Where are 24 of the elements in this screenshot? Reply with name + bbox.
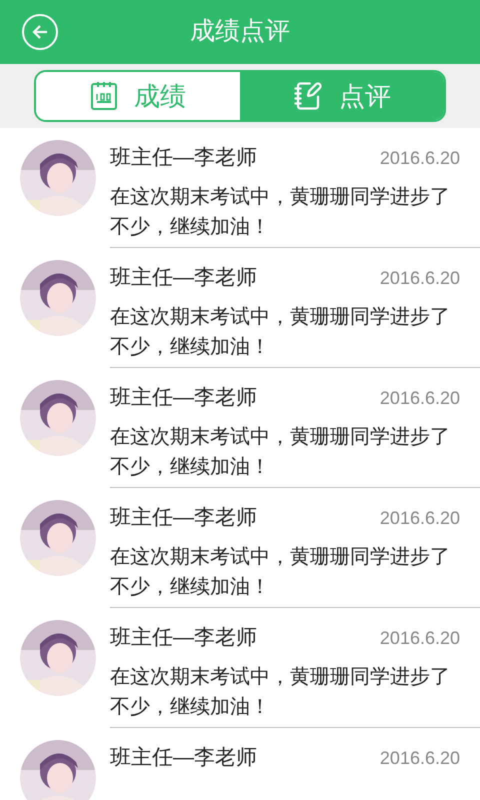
date: 2016.6.20 <box>380 387 460 410</box>
author-name: 班主任—李老师 <box>110 385 257 411</box>
date: 2016.6.20 <box>380 747 460 770</box>
window-title: 成绩点评 <box>190 16 290 48</box>
edit-note-icon <box>293 81 323 111</box>
comment-text: 在这次期末考试中，黄珊珊同学进步了不少，继续加油！ <box>110 424 451 480</box>
author-name: 班主任—李老师 <box>110 505 257 531</box>
author-name: 班主任—李老师 <box>110 145 257 171</box>
date: 2016.6.20 <box>380 627 460 650</box>
back-arrow-icon <box>31 24 49 40</box>
comment-text: 在这次期末考试中，黄珊珊同学进步了不少，继续加油！ <box>110 184 451 240</box>
comment-text: 在这次期末考试中，黄珊珊同学进步了不少，继续加油！ <box>110 304 451 360</box>
author-name: 班主任—李老师 <box>110 265 257 291</box>
back-button[interactable] <box>22 14 58 50</box>
tab[interactable]: 点评 <box>240 72 444 120</box>
tab[interactable]: 成绩 <box>36 72 240 120</box>
author-name: 班主任—李老师 <box>110 625 257 651</box>
date: 2016.6.20 <box>380 507 460 530</box>
date: 2016.6.20 <box>380 147 460 170</box>
notepad-icon <box>90 81 118 111</box>
comment-text: 在这次期末考试中，黄珊珊同学进步了不少，继续加油！ <box>110 544 451 600</box>
comment-text: 在这次期末考试中，黄珊珊同学进步了不少，继续加油！ <box>110 664 451 720</box>
author-name: 班主任—李老师 <box>110 745 257 771</box>
date: 2016.6.20 <box>380 267 460 290</box>
